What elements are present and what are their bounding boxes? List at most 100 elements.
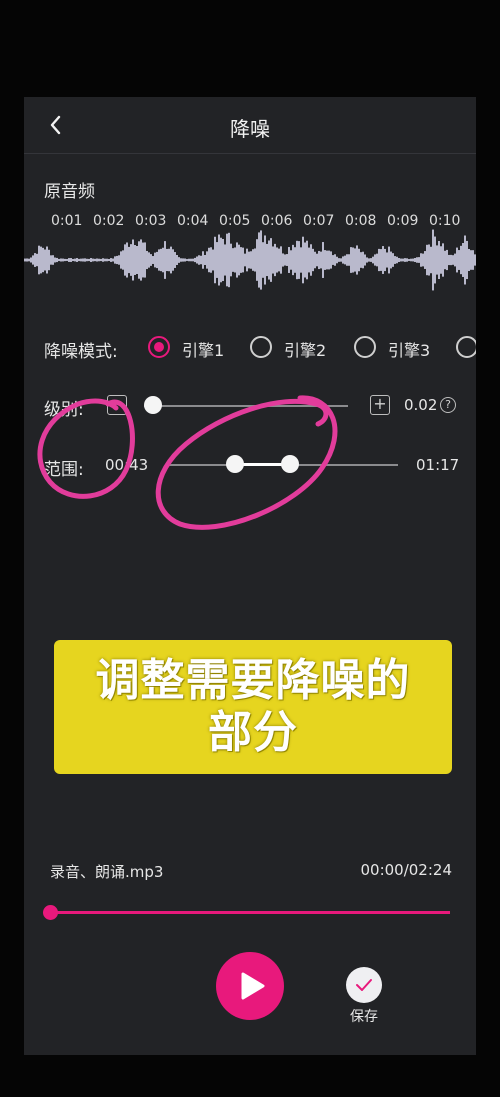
level-minus-button[interactable]: − bbox=[107, 395, 127, 415]
waveform-bar bbox=[158, 249, 160, 271]
waveform-bar bbox=[58, 258, 60, 262]
waveform-bar bbox=[468, 248, 470, 272]
waveform-bar bbox=[436, 245, 438, 275]
waveform-bar bbox=[172, 249, 174, 271]
waveform-bar bbox=[168, 248, 170, 272]
waveform-bar bbox=[192, 258, 194, 262]
waveform-bar bbox=[184, 258, 186, 262]
check-icon bbox=[356, 979, 372, 991]
waveform-bar bbox=[442, 243, 444, 277]
denoise-screen: 降噪 原音频 0:01 0:02 0:03 0:04 0:05 0:06 0:0… bbox=[24, 97, 476, 1055]
waveform-bar bbox=[384, 248, 386, 272]
waveform-bar bbox=[352, 247, 354, 273]
range-end-time: 01:17 bbox=[416, 456, 460, 474]
waveform-bar bbox=[368, 258, 370, 262]
waveform-bar bbox=[98, 258, 100, 262]
waveform-bar bbox=[286, 254, 288, 266]
waveform-bar bbox=[92, 258, 94, 262]
level-plus-button[interactable]: + bbox=[370, 395, 390, 415]
level-label: 级别: bbox=[44, 400, 84, 420]
waveform-bar bbox=[164, 241, 166, 279]
waveform-bar bbox=[364, 254, 366, 266]
waveform-bar bbox=[284, 254, 286, 266]
waveform-bar bbox=[332, 255, 334, 265]
waveform-bar bbox=[406, 258, 408, 262]
waveform-bar bbox=[62, 258, 64, 262]
waveform-bar bbox=[226, 233, 228, 287]
waveform-bar bbox=[166, 248, 168, 272]
waveform-bar bbox=[382, 246, 384, 274]
waveform-bar bbox=[254, 248, 256, 272]
waveform-bar bbox=[130, 244, 132, 276]
play-icon bbox=[241, 972, 265, 1000]
waveform-bar bbox=[440, 246, 442, 274]
waveform-bar bbox=[104, 258, 106, 262]
waveform-bar bbox=[202, 251, 204, 269]
range-start-time: 00:43 bbox=[105, 456, 149, 474]
waveform-bar bbox=[36, 253, 38, 267]
top-bar: 降噪 bbox=[24, 97, 476, 154]
waveform-bar bbox=[454, 253, 456, 267]
waveform-bar bbox=[432, 229, 434, 291]
waveform-bar bbox=[56, 257, 58, 263]
waveform-bar bbox=[430, 246, 432, 274]
waveform-bar bbox=[176, 254, 178, 266]
help-icon[interactable]: ? bbox=[440, 397, 456, 413]
engine2-radio[interactable] bbox=[250, 336, 272, 358]
engine2-label: 引擎2 bbox=[284, 341, 327, 360]
range-start-knob[interactable] bbox=[226, 455, 244, 473]
waveform-bar bbox=[214, 236, 216, 284]
page-title: 降噪 bbox=[230, 117, 270, 141]
waveform-bar bbox=[96, 258, 98, 262]
engine3-radio[interactable] bbox=[354, 336, 376, 358]
waveform-bar bbox=[122, 250, 124, 270]
waveform-bar bbox=[374, 254, 376, 266]
waveform-bar bbox=[26, 258, 28, 262]
waveform-bar bbox=[152, 256, 154, 264]
waveform-bar bbox=[252, 249, 254, 271]
playback-progress-track[interactable] bbox=[50, 911, 450, 914]
waveform-bar bbox=[196, 256, 198, 264]
waveform-bar bbox=[460, 245, 462, 275]
waveform-bar bbox=[216, 242, 218, 278]
waveform-bar bbox=[234, 247, 236, 273]
waveform-bar bbox=[326, 250, 328, 270]
waveform-bar bbox=[210, 247, 212, 273]
waveform-bar bbox=[102, 258, 104, 262]
denoise-mode-label: 降噪模式: bbox=[44, 342, 118, 362]
engine1-radio[interactable] bbox=[148, 336, 170, 358]
waveform-bar bbox=[408, 259, 410, 261]
waveform-bar bbox=[108, 259, 110, 261]
waveform-bar bbox=[258, 232, 260, 288]
waveform-bar bbox=[274, 243, 276, 277]
waveform-bar bbox=[446, 249, 448, 271]
waveform-bar bbox=[260, 230, 262, 290]
waveform-bar bbox=[404, 258, 406, 262]
waveform-bar bbox=[280, 246, 282, 274]
waveform-bar bbox=[278, 248, 280, 272]
playback-progress-knob[interactable] bbox=[43, 905, 58, 920]
audio-waveform[interactable] bbox=[24, 225, 476, 295]
waveform-bar bbox=[78, 258, 80, 262]
level-slider-track[interactable] bbox=[144, 405, 348, 407]
level-slider-knob[interactable] bbox=[144, 396, 162, 414]
waveform-bar bbox=[418, 257, 420, 263]
waveform-bar bbox=[114, 256, 116, 264]
play-button[interactable] bbox=[216, 952, 284, 1020]
waveform-bar bbox=[348, 254, 350, 266]
waveform-bar bbox=[238, 244, 240, 276]
engine4-radio[interactable] bbox=[456, 336, 476, 358]
range-end-knob[interactable] bbox=[281, 455, 299, 473]
waveform-bar bbox=[410, 258, 412, 262]
waveform-bar bbox=[132, 239, 134, 281]
waveform-bar bbox=[188, 258, 190, 262]
save-button[interactable] bbox=[346, 967, 382, 1003]
waveform-bar bbox=[300, 247, 302, 273]
waveform-bar bbox=[466, 240, 468, 280]
waveform-bar bbox=[40, 246, 42, 274]
waveform-bar bbox=[314, 251, 316, 269]
waveform-bar bbox=[52, 255, 54, 265]
waveform-bar bbox=[372, 256, 374, 264]
waveform-bar bbox=[434, 236, 436, 284]
waveform-bar bbox=[350, 247, 352, 273]
